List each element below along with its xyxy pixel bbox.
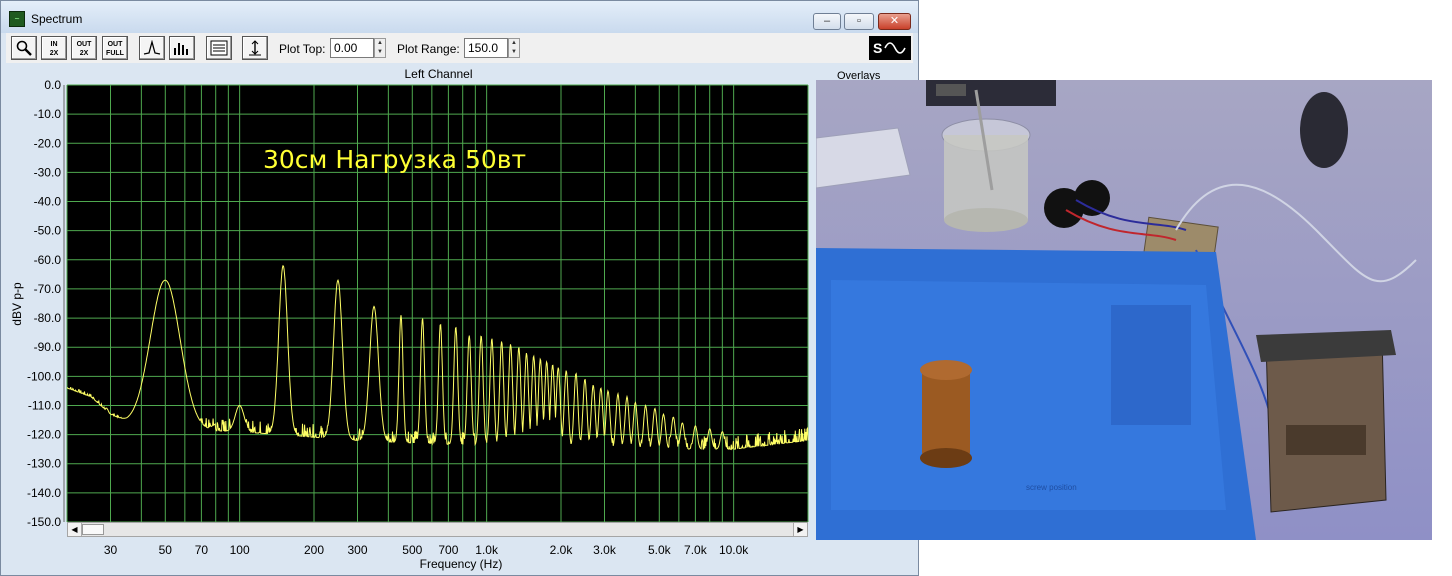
y-tick-label: -20.0 <box>34 136 62 150</box>
zoom-out-full-button[interactable]: OUT FULL <box>102 36 128 60</box>
vertical-range-icon <box>249 40 261 56</box>
zoom-button[interactable] <box>11 36 37 60</box>
x-tick-label: 2.0k <box>550 543 574 557</box>
window-title: Spectrum <box>31 12 83 26</box>
y-tick-label: -120.0 <box>27 428 61 442</box>
line-mode-button[interactable] <box>139 36 165 60</box>
y-tick-label: -90.0 <box>34 340 62 354</box>
x-tick-label: 10.0k <box>719 543 749 557</box>
zoom-out-full-bottom: FULL <box>106 50 124 57</box>
magnifier-icon <box>16 40 32 56</box>
y-tick-label: -30.0 <box>34 165 62 179</box>
y-tick-label: -150.0 <box>27 515 61 529</box>
minimize-button[interactable]: – <box>813 13 841 30</box>
y-tick-label: -110.0 <box>28 398 61 412</box>
x-axis-label: Frequency (Hz) <box>419 557 503 571</box>
x-tick-label: 500 <box>402 543 422 557</box>
y-tick-label: -130.0 <box>27 457 61 471</box>
x-tick-label: 200 <box>304 543 324 557</box>
bar-spectrum-icon <box>174 43 188 55</box>
maximize-button[interactable]: ▫ <box>844 13 874 30</box>
close-button[interactable]: ✕ <box>878 13 911 30</box>
plot-range-label: Plot Range: <box>397 42 460 56</box>
x-tick-label: 300 <box>347 543 367 557</box>
toolbar: IN 2X OUT 2X OUT FULL Plot Top: 0.00 ▲ ▼… <box>6 33 913 63</box>
plot-top-label: Plot Top: <box>279 42 326 56</box>
scroll-thumb[interactable] <box>82 524 104 535</box>
x-tick-label: 3.0k <box>593 543 617 557</box>
settings-button[interactable] <box>206 36 232 60</box>
plot-range-spinner[interactable]: ▲ ▼ <box>508 38 520 58</box>
spectrum-app-icon: ~ <box>9 11 25 27</box>
x-tick-label: 5.0k <box>648 543 672 557</box>
y-tick-label: -100.0 <box>27 369 61 383</box>
bar-mode-button[interactable] <box>169 36 195 60</box>
scroll-right-arrow-icon[interactable]: ▶ <box>793 523 807 536</box>
horizontal-scrollbar[interactable]: ◀ ▶ <box>67 522 808 537</box>
y-tick-label: -70.0 <box>34 282 62 296</box>
plot-top-spinner[interactable]: ▲ ▼ <box>374 38 386 58</box>
cursor-button[interactable] <box>242 36 268 60</box>
zoom-out-full-top: OUT <box>107 41 123 48</box>
x-tick-label: 50 <box>159 543 173 557</box>
signal-brand-icon[interactable]: S <box>869 36 911 60</box>
line-spectrum-icon <box>143 40 161 55</box>
x-tick-label: 100 <box>230 543 250 557</box>
test-setup-photo: screw position <box>816 80 1432 540</box>
y-tick-label: -10.0 <box>34 107 62 121</box>
zoom-out-2x-bottom: 2X <box>79 50 89 57</box>
svg-text:S: S <box>873 40 882 56</box>
x-tick-label: 30 <box>104 543 118 557</box>
y-axis-label: dBV p-p <box>10 282 24 326</box>
y-tick-label: -40.0 <box>34 195 62 209</box>
title-bar[interactable]: ~ Spectrum – ▫ ✕ <box>1 1 918 33</box>
mat-print: screw position <box>1026 483 1077 492</box>
x-tick-label: 700 <box>438 543 458 557</box>
x-tick-label: 7.0k <box>684 543 708 557</box>
x-tick-label: 1.0k <box>475 543 499 557</box>
y-tick-label: -60.0 <box>34 253 62 267</box>
y-tick-label: -80.0 <box>34 311 62 325</box>
zoom-in-2x-top: IN <box>50 41 58 48</box>
settings-panel-icon <box>210 40 228 56</box>
overlay-text: 30см Нагрузка 50вт <box>263 145 527 174</box>
zoom-in-2x-bottom: 2X <box>49 50 59 57</box>
spectrum-window: ~ Spectrum – ▫ ✕ IN 2X OUT 2X OUT FULL P… <box>0 0 919 576</box>
plot-range-input[interactable] <box>464 38 508 58</box>
x-tick-label: 70 <box>195 543 209 557</box>
zoom-in-2x-button[interactable]: IN 2X <box>41 36 67 60</box>
y-tick-label: -140.0 <box>27 486 61 500</box>
zoom-out-2x-button[interactable]: OUT 2X <box>71 36 97 60</box>
y-tick-label: -50.0 <box>34 224 62 238</box>
y-tick-label: 0.0 <box>44 79 61 92</box>
zoom-out-2x-top: OUT <box>76 41 92 48</box>
plot-top-input[interactable] <box>330 38 374 58</box>
scroll-left-arrow-icon[interactable]: ◀ <box>68 523 82 536</box>
